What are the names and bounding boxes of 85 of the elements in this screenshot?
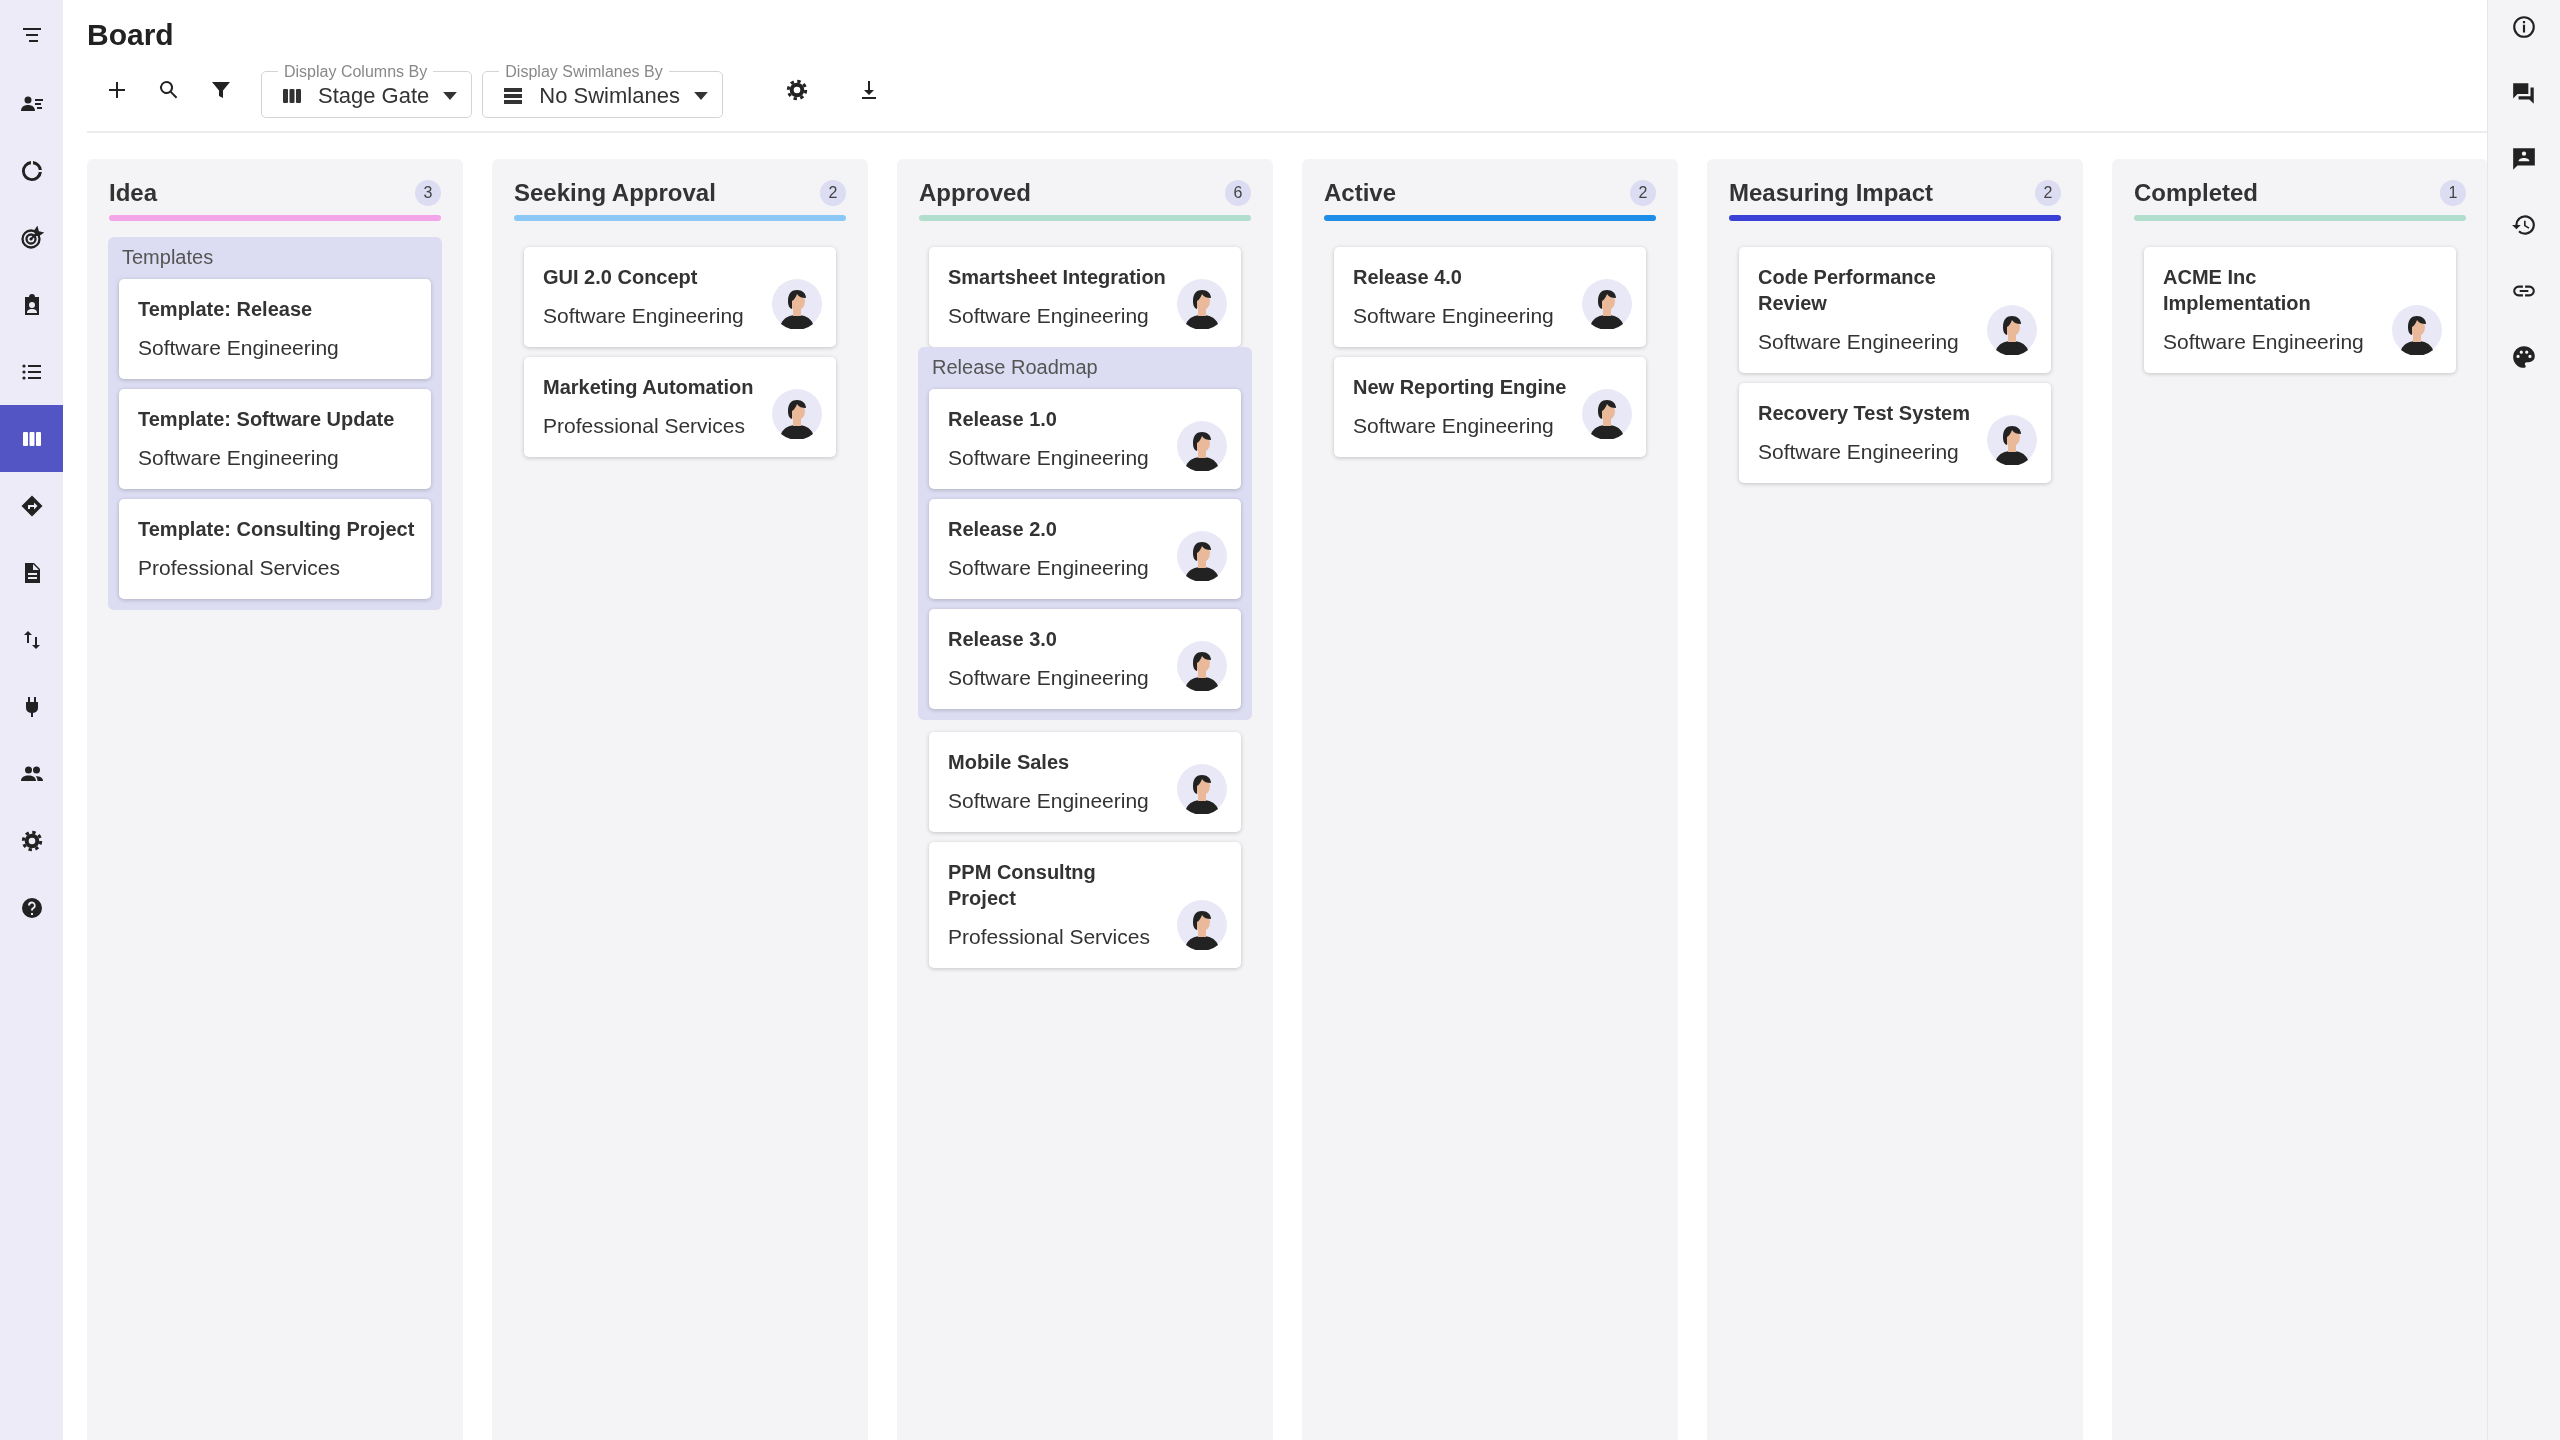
team-label: Professional Services — [948, 924, 1151, 950]
task-card[interactable]: Template: Software Update Software Engineering — [119, 389, 431, 489]
swimlanes-dropdown[interactable]: Display Swimlanes By No Swimlanes — [482, 62, 723, 118]
info-icon — [2511, 14, 2537, 40]
info-button[interactable] — [2511, 14, 2537, 40]
column-title: Completed — [2134, 179, 2258, 207]
team-label: Software Engineering — [2163, 329, 2365, 355]
count-badge: 2 — [2035, 180, 2061, 206]
team-label: Software Engineering — [543, 303, 745, 329]
task-card[interactable]: Marketing Automation Professional Services — [524, 357, 836, 457]
task-card[interactable]: Release 1.0 Software Engineering — [929, 389, 1241, 489]
directions-icon — [19, 493, 44, 518]
team-label: Software Engineering — [948, 788, 1150, 814]
history-button[interactable] — [2511, 212, 2537, 238]
chat-bubbles-button[interactable] — [2511, 80, 2537, 106]
team-label: Software Engineering — [948, 555, 1150, 581]
card-title: Template: Consulting Project — [138, 517, 416, 542]
palette-icon — [2511, 344, 2537, 370]
task-card[interactable]: GUI 2.0 Concept Software Engineering — [524, 247, 836, 347]
count-badge: 3 — [415, 180, 441, 206]
column-title: Measuring Impact — [1729, 179, 1934, 207]
chat-bubbles-icon — [2511, 80, 2537, 106]
team-label: Software Engineering — [948, 445, 1150, 471]
card-title: GUI 2.0 Concept — [543, 265, 699, 290]
card-title: Release 4.0 — [1353, 265, 1463, 290]
caret-icon — [443, 91, 458, 100]
help-icon — [19, 895, 44, 920]
nav-item[interactable] — [0, 405, 63, 472]
count-badge: 2 — [1630, 180, 1656, 206]
history-icon — [2511, 212, 2537, 238]
column-title: Seeking Approval — [514, 179, 716, 207]
team-label: Software Engineering — [1758, 439, 1960, 465]
card-title: Smartsheet Integration — [948, 265, 1167, 290]
team-label: Software Engineering — [1353, 413, 1555, 439]
card-title: PPM Consultng Project — [948, 860, 1097, 911]
card-title: Recovery Test System — [1758, 401, 1971, 426]
team-label: Software Engineering — [1353, 303, 1555, 329]
palette-button[interactable] — [2511, 344, 2537, 370]
target-icon — [19, 225, 44, 250]
card-title: Release 3.0 — [948, 627, 1058, 652]
team-label: Software Engineering — [1758, 329, 1960, 355]
team-label: Professional Services — [543, 413, 746, 439]
team-label: Software Engineering — [948, 665, 1150, 691]
task-card[interactable]: PPM Consultng Project Professional Services — [929, 842, 1241, 968]
team-label: Software Engineering — [138, 335, 340, 361]
contact-message-button[interactable] — [2511, 146, 2537, 172]
task-card[interactable]: Release 2.0 Software Engineering — [929, 499, 1241, 599]
count-badge: 6 — [1225, 180, 1251, 206]
task-card[interactable]: Release 4.0 Software Engineering — [1334, 247, 1646, 347]
card-title: Release 1.0 — [948, 407, 1058, 432]
card-title: Release 2.0 — [948, 517, 1058, 542]
donut-chart-icon — [19, 158, 44, 183]
card-title: Mobile Sales — [948, 750, 1071, 775]
task-card[interactable]: ACME Inc Implementation Software Engineering — [2144, 247, 2456, 373]
card-title: Template: Release — [138, 297, 314, 322]
contact-message-icon — [2511, 146, 2537, 172]
team-label: Professional Services — [138, 555, 341, 581]
task-card[interactable]: Template: Consulting Project Professional Services — [119, 499, 431, 599]
task-card[interactable]: Template: Release Software Engineering — [119, 279, 431, 379]
task-card[interactable]: Code Performance Review Software Engineering — [1739, 247, 2051, 373]
group-label: Templates — [121, 245, 215, 269]
card-title: Template: Software Update — [138, 407, 396, 432]
caret-icon — [693, 91, 708, 100]
card-title: Marketing Automation — [543, 375, 755, 400]
columns-dropdown[interactable]: Display Columns By Stage Gate — [261, 62, 473, 118]
count-badge: 1 — [2440, 180, 2466, 206]
task-card[interactable]: Smartsheet Integration Software Engineering — [929, 247, 1241, 347]
card-title: Code Performance Review — [1758, 265, 1937, 316]
team-label: Software Engineering — [948, 303, 1150, 329]
card-title: ACME Inc Implementation — [2163, 265, 2312, 316]
task-card[interactable]: Mobile Sales Software Engineering — [929, 732, 1241, 832]
task-card[interactable]: Recovery Test System Software Engineering — [1739, 383, 2051, 483]
task-card[interactable]: Release 3.0 Software Engineering — [929, 609, 1241, 709]
settings-icon — [19, 828, 44, 853]
page-title: Board — [87, 18, 175, 52]
card-title: New Reporting Engine — [1353, 375, 1568, 400]
column-title: Active — [1324, 179, 1397, 207]
group-label: Release Roadmap — [931, 355, 1099, 379]
column-title: Approved — [919, 179, 1031, 207]
settings-button[interactable] — [784, 78, 809, 102]
team-label: Software Engineering — [138, 445, 340, 471]
column-title: Idea — [109, 179, 158, 207]
count-badge: 2 — [820, 180, 846, 206]
task-card[interactable]: New Reporting Engine Software Engineering — [1334, 357, 1646, 457]
settings-icon — [784, 78, 809, 102]
